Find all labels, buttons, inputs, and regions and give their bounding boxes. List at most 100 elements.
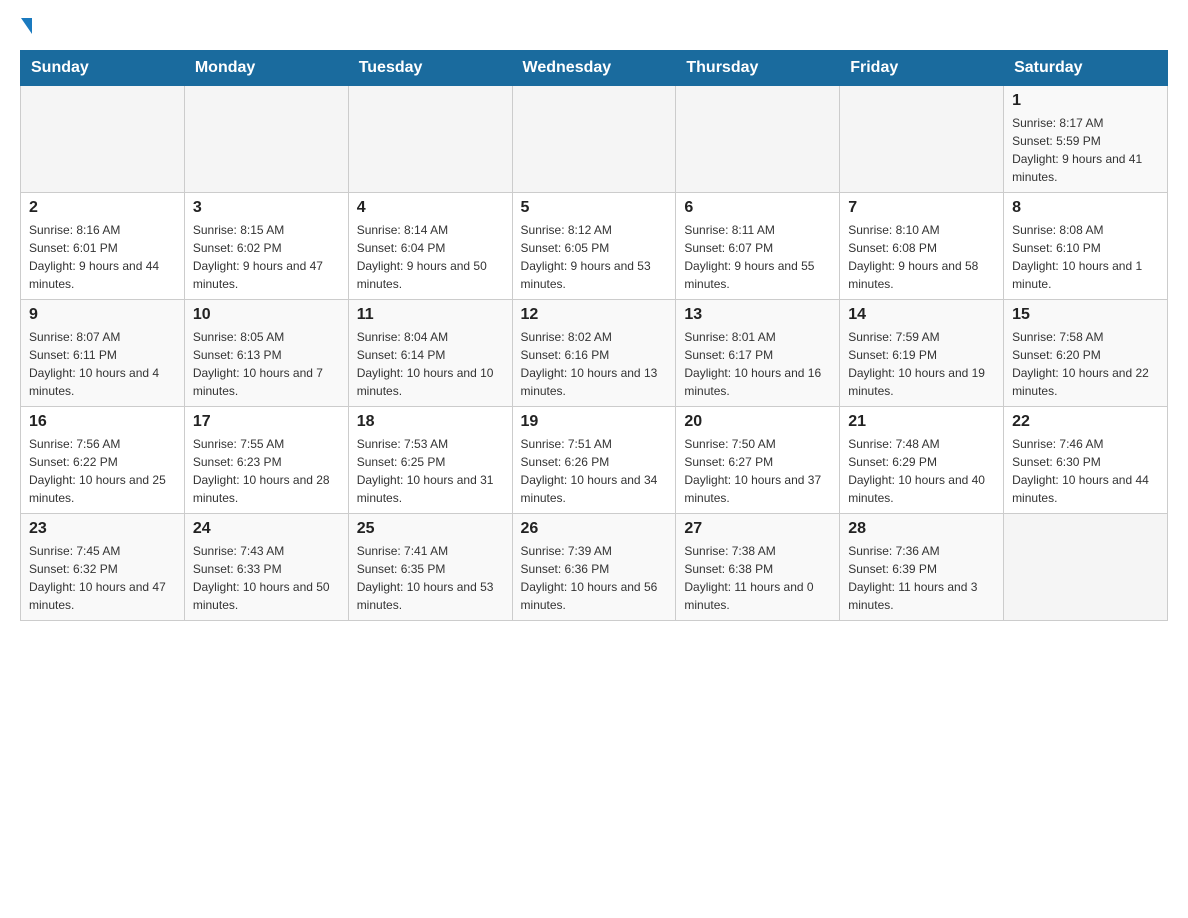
calendar-cell: 3Sunrise: 8:15 AMSunset: 6:02 PMDaylight… bbox=[184, 193, 348, 300]
logo-arrow-icon bbox=[21, 18, 32, 34]
calendar-cell: 26 Sunrise: 7:39 AMSunset: 6:36 PMDayligh… bbox=[512, 514, 676, 621]
calendar-cell: 7 Sunrise: 8:10 AMSunset: 6:08 PMDaylight… bbox=[840, 193, 1004, 300]
day-number: 26 bbox=[521, 520, 668, 538]
day-info: Sunrise: 8:14 AMSunset: 6:04 PMDaylight:… bbox=[357, 221, 504, 293]
day-info: Sunrise: 8:11 AMSunset: 6:07 PMDaylight:… bbox=[684, 221, 831, 293]
day-of-week-header: Wednesday bbox=[512, 51, 676, 86]
day-info: Sunrise: 7:39 AMSunset: 6:36 PMDaylight:… bbox=[521, 542, 668, 614]
day-info: Sunrise: 8:05 AMSunset: 6:13 PMDaylight:… bbox=[193, 328, 340, 400]
day-number: 11 bbox=[357, 306, 504, 324]
calendar-cell bbox=[184, 86, 348, 193]
day-info: Sunrise: 8:16 AMSunset: 6:01 PMDaylight:… bbox=[29, 221, 176, 293]
day-number: 16 bbox=[29, 413, 176, 431]
day-number: 23 bbox=[29, 520, 176, 538]
day-info: Sunrise: 8:07 AMSunset: 6:11 PMDaylight:… bbox=[29, 328, 176, 400]
day-number: 7 bbox=[848, 199, 995, 217]
calendar-cell: 12 Sunrise: 8:02 AMSunset: 6:16 PMDayligh… bbox=[512, 300, 676, 407]
calendar-header-row: SundayMondayTuesdayWednesdayThursdayFrid… bbox=[21, 51, 1168, 86]
day-number: 20 bbox=[684, 413, 831, 431]
calendar-cell: 21 Sunrise: 7:48 AMSunset: 6:29 PMDayligh… bbox=[840, 407, 1004, 514]
calendar-cell: 15 Sunrise: 7:58 AMSunset: 6:20 PMDayligh… bbox=[1004, 300, 1168, 407]
day-number: 5 bbox=[521, 199, 668, 217]
calendar-cell: 18 Sunrise: 7:53 AMSunset: 6:25 PMDayligh… bbox=[348, 407, 512, 514]
day-number: 19 bbox=[521, 413, 668, 431]
calendar-cell: 8 Sunrise: 8:08 AMSunset: 6:10 PMDaylight… bbox=[1004, 193, 1168, 300]
day-of-week-header: Tuesday bbox=[348, 51, 512, 86]
day-info: Sunrise: 8:15 AMSunset: 6:02 PMDaylight:… bbox=[193, 221, 340, 293]
day-info: Sunrise: 8:08 AMSunset: 6:10 PMDaylight:… bbox=[1012, 221, 1159, 293]
day-info: Sunrise: 8:10 AMSunset: 6:08 PMDaylight:… bbox=[848, 221, 995, 293]
day-info: Sunrise: 7:41 AMSunset: 6:35 PMDaylight:… bbox=[357, 542, 504, 614]
calendar-cell: 2 Sunrise: 8:16 AMSunset: 6:01 PMDaylight… bbox=[21, 193, 185, 300]
day-info: Sunrise: 8:01 AMSunset: 6:17 PMDaylight:… bbox=[684, 328, 831, 400]
day-info: Sunrise: 7:51 AMSunset: 6:26 PMDaylight:… bbox=[521, 435, 668, 507]
calendar-cell: 6 Sunrise: 8:11 AMSunset: 6:07 PMDaylight… bbox=[676, 193, 840, 300]
calendar-cell bbox=[21, 86, 185, 193]
day-number: 25 bbox=[357, 520, 504, 538]
day-number: 15 bbox=[1012, 306, 1159, 324]
calendar-cell bbox=[348, 86, 512, 193]
day-info: Sunrise: 8:12 AMSunset: 6:05 PMDaylight:… bbox=[521, 221, 668, 293]
day-number: 17 bbox=[193, 413, 340, 431]
day-info: Sunrise: 7:36 AMSunset: 6:39 PMDaylight:… bbox=[848, 542, 995, 614]
day-number: 14 bbox=[848, 306, 995, 324]
calendar-cell: 14 Sunrise: 7:59 AMSunset: 6:19 PMDayligh… bbox=[840, 300, 1004, 407]
calendar-cell: 24 Sunrise: 7:43 AMSunset: 6:33 PMDayligh… bbox=[184, 514, 348, 621]
day-info: Sunrise: 7:56 AMSunset: 6:22 PMDaylight:… bbox=[29, 435, 176, 507]
calendar-cell: 16 Sunrise: 7:56 AMSunset: 6:22 PMDayligh… bbox=[21, 407, 185, 514]
day-info: Sunrise: 7:48 AMSunset: 6:29 PMDaylight:… bbox=[848, 435, 995, 507]
day-number: 22 bbox=[1012, 413, 1159, 431]
calendar-cell: 9Sunrise: 8:07 AMSunset: 6:11 PMDaylight… bbox=[21, 300, 185, 407]
day-of-week-header: Monday bbox=[184, 51, 348, 86]
day-info: Sunrise: 7:46 AMSunset: 6:30 PMDaylight:… bbox=[1012, 435, 1159, 507]
calendar-cell: 28 Sunrise: 7:36 AMSunset: 6:39 PMDayligh… bbox=[840, 514, 1004, 621]
day-number: 13 bbox=[684, 306, 831, 324]
calendar-cell bbox=[1004, 514, 1168, 621]
calendar-cell bbox=[840, 86, 1004, 193]
day-number: 8 bbox=[1012, 199, 1159, 217]
day-info: Sunrise: 8:02 AMSunset: 6:16 PMDaylight:… bbox=[521, 328, 668, 400]
day-number: 1 bbox=[1012, 92, 1159, 110]
calendar-cell: 11 Sunrise: 8:04 AMSunset: 6:14 PMDayligh… bbox=[348, 300, 512, 407]
calendar-week-row: 9Sunrise: 8:07 AMSunset: 6:11 PMDaylight… bbox=[21, 300, 1168, 407]
calendar-week-row: 23 Sunrise: 7:45 AMSunset: 6:32 PMDayligh… bbox=[21, 514, 1168, 621]
day-info: Sunrise: 8:04 AMSunset: 6:14 PMDaylight:… bbox=[357, 328, 504, 400]
day-number: 4 bbox=[357, 199, 504, 217]
day-info: Sunrise: 7:45 AMSunset: 6:32 PMDaylight:… bbox=[29, 542, 176, 614]
calendar-week-row: 1 Sunrise: 8:17 AMSunset: 5:59 PMDaylight… bbox=[21, 86, 1168, 193]
calendar-cell: 20 Sunrise: 7:50 AMSunset: 6:27 PMDayligh… bbox=[676, 407, 840, 514]
day-number: 2 bbox=[29, 199, 176, 217]
calendar-cell: 10 Sunrise: 8:05 AMSunset: 6:13 PMDayligh… bbox=[184, 300, 348, 407]
day-info: Sunrise: 7:50 AMSunset: 6:27 PMDaylight:… bbox=[684, 435, 831, 507]
calendar-cell: 5 Sunrise: 8:12 AMSunset: 6:05 PMDaylight… bbox=[512, 193, 676, 300]
day-info: Sunrise: 8:17 AMSunset: 5:59 PMDaylight:… bbox=[1012, 114, 1159, 186]
day-of-week-header: Saturday bbox=[1004, 51, 1168, 86]
day-info: Sunrise: 7:58 AMSunset: 6:20 PMDaylight:… bbox=[1012, 328, 1159, 400]
calendar-cell: 25 Sunrise: 7:41 AMSunset: 6:35 PMDayligh… bbox=[348, 514, 512, 621]
logo bbox=[20, 20, 32, 34]
day-number: 6 bbox=[684, 199, 831, 217]
day-of-week-header: Sunday bbox=[21, 51, 185, 86]
calendar-week-row: 2 Sunrise: 8:16 AMSunset: 6:01 PMDaylight… bbox=[21, 193, 1168, 300]
day-number: 28 bbox=[848, 520, 995, 538]
day-of-week-header: Friday bbox=[840, 51, 1004, 86]
calendar-cell: 23 Sunrise: 7:45 AMSunset: 6:32 PMDayligh… bbox=[21, 514, 185, 621]
calendar-cell bbox=[512, 86, 676, 193]
day-number: 27 bbox=[684, 520, 831, 538]
day-info: Sunrise: 7:53 AMSunset: 6:25 PMDaylight:… bbox=[357, 435, 504, 507]
calendar-cell: 19 Sunrise: 7:51 AMSunset: 6:26 PMDayligh… bbox=[512, 407, 676, 514]
day-info: Sunrise: 7:59 AMSunset: 6:19 PMDaylight:… bbox=[848, 328, 995, 400]
day-info: Sunrise: 7:38 AMSunset: 6:38 PMDaylight:… bbox=[684, 542, 831, 614]
calendar-cell bbox=[676, 86, 840, 193]
day-number: 24 bbox=[193, 520, 340, 538]
calendar-cell: 4 Sunrise: 8:14 AMSunset: 6:04 PMDaylight… bbox=[348, 193, 512, 300]
day-number: 21 bbox=[848, 413, 995, 431]
calendar-cell: 17Sunrise: 7:55 AMSunset: 6:23 PMDayligh… bbox=[184, 407, 348, 514]
day-of-week-header: Thursday bbox=[676, 51, 840, 86]
calendar-cell: 22 Sunrise: 7:46 AMSunset: 6:30 PMDayligh… bbox=[1004, 407, 1168, 514]
calendar-cell: 27 Sunrise: 7:38 AMSunset: 6:38 PMDayligh… bbox=[676, 514, 840, 621]
day-number: 18 bbox=[357, 413, 504, 431]
day-number: 12 bbox=[521, 306, 668, 324]
day-number: 10 bbox=[193, 306, 340, 324]
day-info: Sunrise: 7:43 AMSunset: 6:33 PMDaylight:… bbox=[193, 542, 340, 614]
